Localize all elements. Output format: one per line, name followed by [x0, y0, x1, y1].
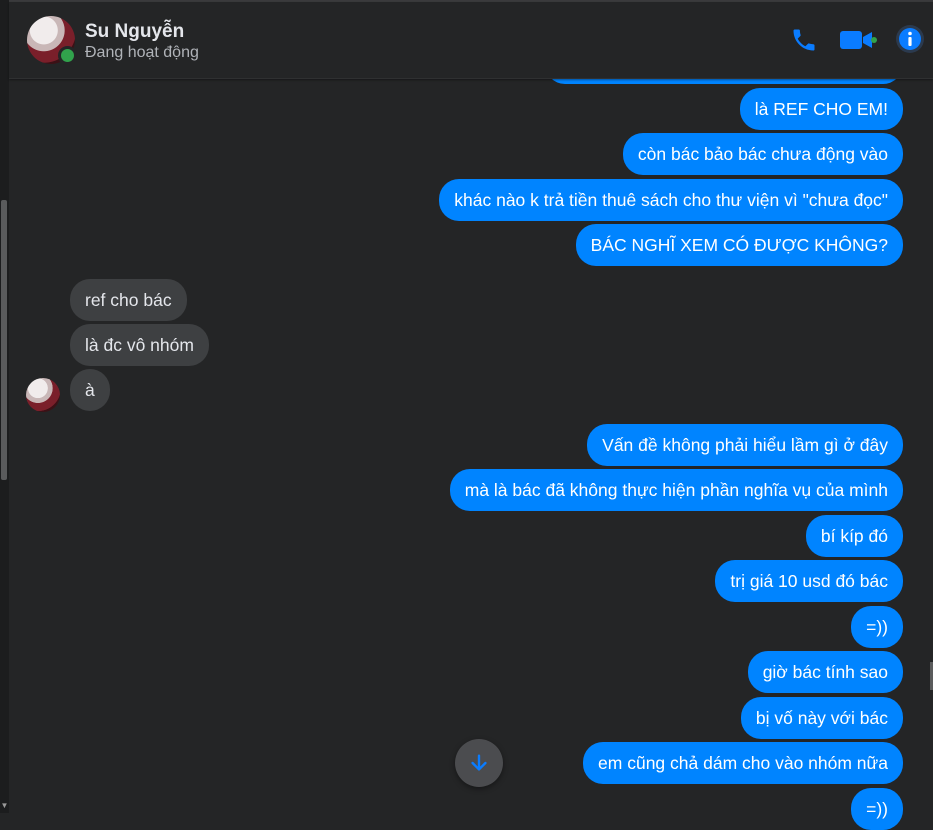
message-bubble-outgoing[interactable]: bị vố này với bác [740, 697, 903, 739]
contact-avatar-small[interactable] [26, 378, 60, 412]
message-bubble-outgoing[interactable]: Vấn đề không phải hiểu lầm gì ở đây [587, 424, 903, 466]
contact-name[interactable]: Su Nguyễn [85, 21, 184, 43]
contact-avatar[interactable] [27, 16, 77, 65]
message-bubble-outgoing[interactable]: bí kíp đó [805, 515, 903, 557]
conversation-header: Su Nguyễn Đang hoạt động [9, 2, 933, 79]
message-bubble-outgoing[interactable]: giờ bác tính sao [747, 651, 903, 693]
message-bubble-outgoing[interactable]: mà là bác đã không thực hiện phần nghĩa … [449, 469, 903, 511]
message-bubble-outgoing[interactable]: khác nào k trả tiền thuê sách cho thư vi… [439, 179, 903, 221]
message-bubble-outgoing[interactable]: =)) [851, 788, 903, 830]
message-bubble-outgoing[interactable]: còn bác bảo bác chưa động vào [622, 133, 903, 175]
scroll-arrow-down-icon[interactable]: ▼ [0, 801, 9, 811]
message-bubble-outgoing[interactable]: em cũng chả dám cho vào nhóm nữa [583, 742, 903, 784]
message-bubble-outgoing[interactable]: là REF CHO EM! [739, 88, 903, 130]
left-scrollbar[interactable]: ▼ [0, 0, 9, 813]
message-bubble-outgoing[interactable]: trị giá 10 usd đó bác [715, 560, 903, 602]
message-bubble-incoming[interactable]: là đc vô nhóm [70, 324, 209, 366]
online-status-dot [58, 46, 77, 65]
message-bubble-outgoing[interactable]: =)) [851, 606, 903, 648]
video-camera-icon[interactable] [839, 26, 877, 59]
phone-icon[interactable] [790, 26, 818, 59]
left-scrollbar-thumb[interactable] [1, 200, 7, 480]
message-bubble-incoming[interactable]: ref cho bác [70, 279, 187, 321]
contact-status: Đang hoạt động [85, 44, 199, 61]
info-icon[interactable] [895, 24, 925, 59]
arrow-down-icon [471, 754, 487, 771]
message-bubble-outgoing[interactable]: BÁC NGHĨ XEM CÓ ĐƯỢC KHÔNG? [575, 224, 903, 266]
message-bubble-incoming[interactable]: à [70, 369, 110, 411]
scroll-to-bottom-button[interactable] [455, 739, 503, 787]
